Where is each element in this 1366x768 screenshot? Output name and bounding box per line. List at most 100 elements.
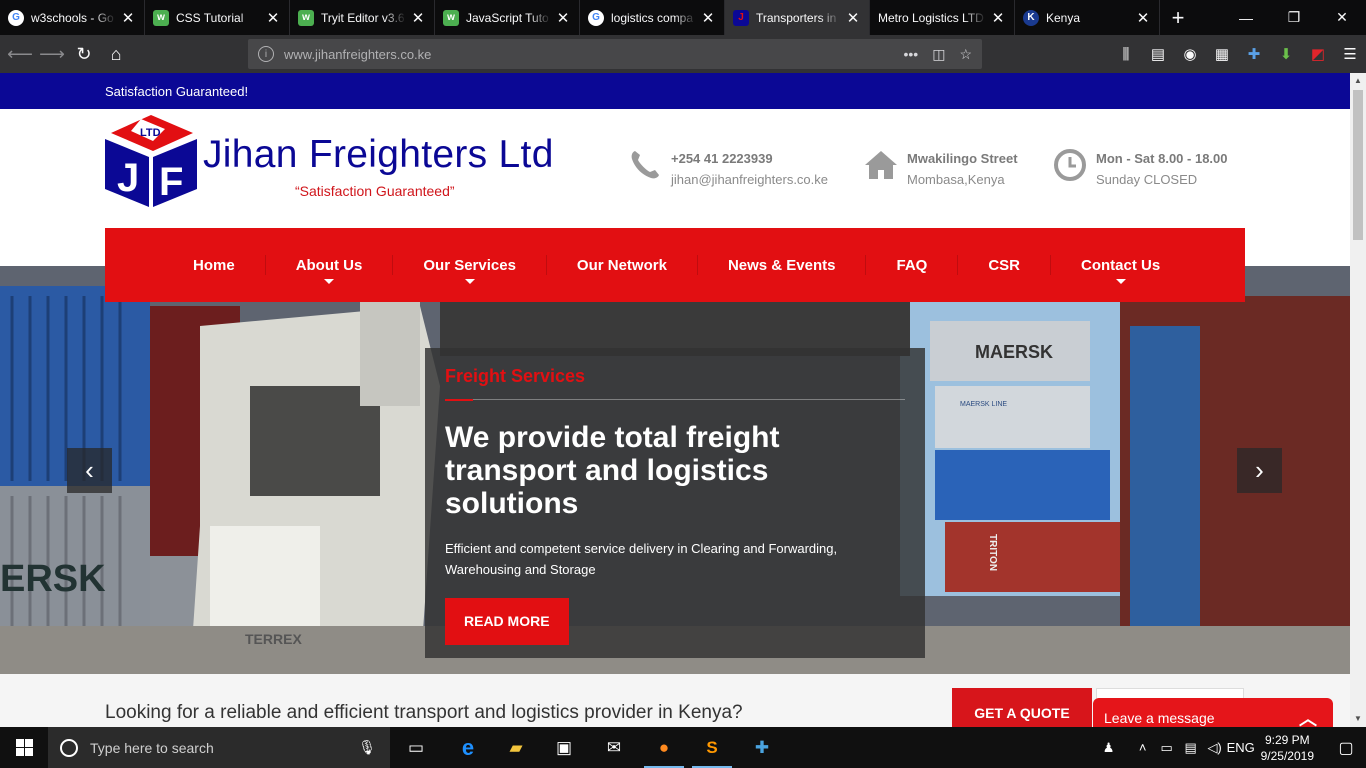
clock-time: 9:29 PM	[1264, 732, 1310, 747]
microphone-icon[interactable]: 🎙	[358, 739, 376, 756]
close-tab-icon[interactable]: ✕	[990, 9, 1006, 27]
dropdown-caret-icon	[324, 279, 335, 284]
forward-icon[interactable]: ⟶	[36, 38, 68, 70]
read-more-button[interactable]: READ MORE	[445, 598, 569, 645]
library-icon[interactable]: ⫼	[1110, 46, 1142, 63]
bookmark-star-icon[interactable]: ☆	[959, 46, 972, 63]
scroll-up-icon[interactable]: ▲	[1350, 73, 1366, 89]
battery-icon[interactable]: ▭	[1155, 740, 1179, 756]
browser-tab-active[interactable]: J Transporters in ✕	[725, 0, 870, 35]
menu-item-csr[interactable]: CSR	[958, 228, 1050, 302]
phone-number[interactable]: +254 41 2223939	[671, 151, 773, 166]
browser-tab[interactable]: K Kenya ✕	[1015, 0, 1160, 35]
logo-cube-icon: J F LTD	[105, 115, 197, 207]
chat-widget[interactable]: Leave a message ︿	[1093, 698, 1333, 727]
container-label: TRITON	[987, 534, 998, 571]
scroll-down-icon[interactable]: ▼	[1350, 711, 1366, 727]
network-app-icon[interactable]: ✚	[738, 727, 786, 768]
w3schools-icon: w	[298, 9, 314, 26]
web-page: Satisfaction Guaranteed! J F LTD Jihan F…	[0, 73, 1350, 727]
people-icon[interactable]: ♟	[1097, 740, 1121, 756]
taskbar-clock[interactable]: 9:29 PM 9/25/2019	[1261, 732, 1314, 764]
menu-item-home[interactable]: Home	[105, 228, 265, 302]
close-window-icon[interactable]: ✕	[1318, 0, 1366, 35]
sidebar-icon[interactable]: ▤	[1142, 45, 1174, 63]
volume-icon[interactable]: ◁)	[1203, 740, 1227, 756]
chevron-up-icon[interactable]: ︿	[1299, 705, 1317, 727]
menu-item-news-events[interactable]: News & Events	[698, 228, 866, 302]
container-label: MAERSK	[975, 342, 1053, 362]
w3schools-icon: w	[443, 9, 459, 26]
network-icon[interactable]: ▤	[1179, 740, 1203, 756]
new-tab-button[interactable]: +	[1160, 0, 1196, 35]
language-icon[interactable]: ENG	[1227, 740, 1255, 755]
minimize-icon[interactable]: —	[1222, 0, 1270, 35]
home-icon[interactable]: ⌂	[100, 38, 132, 70]
scrollbar-thumb[interactable]	[1353, 90, 1363, 240]
slider-next-button[interactable]: ›	[1237, 448, 1282, 493]
container-label: MAERSK LINE	[960, 401, 1007, 408]
notifications-icon[interactable]: ▢	[1326, 738, 1366, 758]
slider-prev-button[interactable]: ‹	[67, 448, 112, 493]
close-tab-icon[interactable]: ✕	[700, 9, 716, 27]
svg-text:LTD: LTD	[140, 127, 161, 139]
close-tab-icon[interactable]: ✕	[1135, 9, 1151, 27]
home-icon	[865, 151, 897, 179]
menu-item-about-us[interactable]: About Us	[266, 228, 393, 302]
show-hidden-icons[interactable]: ˄	[1131, 740, 1155, 755]
edge-icon[interactable]: e	[444, 727, 492, 768]
windows-taskbar: Type here to search 🎙 ▭ e ▰ ▣ ✉ ● S ✚ ♟ …	[0, 727, 1366, 768]
close-tab-icon[interactable]: ✕	[845, 9, 861, 27]
closed-days: Sunday CLOSED	[1096, 172, 1198, 187]
logo-tagline: “Satisfaction Guaranteed”	[295, 183, 455, 199]
firefox-icon[interactable]: ●	[640, 727, 688, 768]
menu-item-faq[interactable]: FAQ	[866, 228, 957, 302]
page-actions-icon[interactable]: •••	[903, 46, 918, 62]
site-info-icon[interactable]: i	[258, 46, 274, 62]
menu-item-our-network[interactable]: Our Network	[547, 228, 697, 302]
hero-slider: MAERSK MAERSK LINE ERSK TERREX TRITON ‹ …	[0, 266, 1350, 674]
street-address: Mwakilingo Street	[907, 151, 1018, 166]
store-icon[interactable]: ▣	[540, 727, 588, 768]
account-icon[interactable]: ◉	[1174, 45, 1206, 63]
taskbar-search[interactable]: Type here to search 🎙	[48, 727, 390, 768]
page-scrollbar[interactable]: ▲ ▼	[1350, 73, 1366, 727]
close-tab-icon[interactable]: ✕	[555, 9, 571, 27]
menu-icon[interactable]: ☰	[1334, 45, 1366, 63]
task-view-icon[interactable]: ▭	[392, 727, 440, 768]
close-tab-icon[interactable]: ✕	[265, 9, 281, 27]
browser-tab[interactable]: w CSS Tutorial ✕	[145, 0, 290, 35]
browser-tab[interactable]: Metro Logistics LTD ✕	[870, 0, 1015, 35]
extension-icon[interactable]: ✚	[1238, 45, 1270, 63]
browser-tab[interactable]: w JavaScript Tuto ✕	[435, 0, 580, 35]
reload-icon[interactable]: ↻	[68, 38, 100, 70]
restore-icon[interactable]: ❐	[1270, 0, 1318, 35]
address-bar[interactable]: i www.jihanfreighters.co.ke ••• ◫ ☆	[248, 39, 982, 69]
email-address[interactable]: jihan@jihanfreighters.co.ke	[671, 172, 828, 187]
browser-tab[interactable]: G logistics compa ✕	[580, 0, 725, 35]
back-icon[interactable]: ⟵	[4, 38, 36, 70]
get-a-quote-button[interactable]: GET A QUOTE	[952, 688, 1092, 727]
pocket-icon[interactable]: ◫	[932, 46, 945, 63]
start-button[interactable]	[0, 727, 48, 768]
browser-tab[interactable]: w Tryit Editor v3.6 ✕	[290, 0, 435, 35]
cortana-icon	[60, 738, 78, 757]
sublime-text-icon[interactable]: S	[688, 727, 736, 768]
site-logo[interactable]: J F LTD Jihan Freighters Ltd “Satisfacti…	[105, 111, 575, 207]
mail-icon[interactable]: ✉	[590, 727, 638, 768]
contact-phone: +254 41 2223939 jihan@jihanfreighters.co…	[628, 148, 828, 190]
extension-icon[interactable]: ▦	[1206, 45, 1238, 63]
download-icon[interactable]: ⬇	[1270, 45, 1302, 63]
browser-tab[interactable]: G w3schools - Go ✕	[0, 0, 145, 35]
search-placeholder: Type here to search	[90, 739, 214, 756]
intro-question: Looking for a reliable and efficient tra…	[105, 702, 743, 723]
menu-item-contact-us[interactable]: Contact Us	[1051, 228, 1190, 302]
w3schools-icon: w	[153, 9, 169, 26]
file-explorer-icon[interactable]: ▰	[492, 727, 540, 768]
intro-section: Looking for a reliable and efficient tra…	[0, 674, 1350, 727]
extension-icon[interactable]: ◩	[1302, 45, 1334, 63]
close-tab-icon[interactable]: ✕	[410, 9, 426, 27]
slide-text: Efficient and competent service delivery…	[445, 541, 838, 577]
close-tab-icon[interactable]: ✕	[120, 9, 136, 27]
menu-item-our-services[interactable]: Our Services	[393, 228, 546, 302]
